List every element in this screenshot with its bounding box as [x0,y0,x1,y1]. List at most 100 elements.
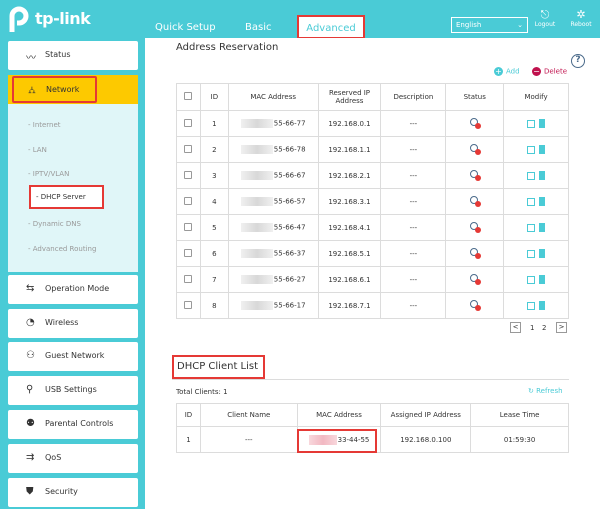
row-ip: 192.168.4.1 [317,214,382,241]
refresh-icon: ↻ [528,387,537,395]
status-toggle[interactable] [445,240,505,267]
edit-icon[interactable] [527,171,536,180]
tab-quick-setup[interactable]: Quick Setup [155,19,216,37]
trash-icon[interactable] [539,145,546,154]
status-toggle[interactable] [445,266,505,293]
top-header: tp-link Quick Setup Basic Advanced Engli… [0,0,600,39]
row-checkbox[interactable] [176,110,201,137]
submenu-advanced-routing[interactable]: - Advanced Routing [28,245,96,253]
row-mac: 55-66-37 [227,240,319,267]
row-desc: --- [380,240,447,267]
help-icon[interactable]: ? [571,54,585,68]
row-lease-time: 01:59:30 [470,426,569,453]
status-toggle[interactable] [445,214,505,241]
trash-icon[interactable] [539,223,546,232]
sidebar-item-label: Security [45,487,78,496]
edit-icon[interactable] [527,145,536,154]
row-desc: --- [380,162,447,189]
edit-icon[interactable] [527,301,536,310]
table-row: 5 55-66-47 192.168.4.1 --- [176,214,569,241]
parental-icon: ⚉ [26,418,35,429]
language-select[interactable]: English ⌄ [451,17,528,33]
col-header: Status [445,83,505,111]
status-toggle[interactable] [445,110,505,137]
sidebar-item-wireless[interactable]: ◔ Wireless [8,309,138,338]
row-desc: --- [380,110,447,137]
page-2-link[interactable]: 2 [542,324,546,332]
edit-icon[interactable] [527,223,536,232]
sidebar-item-status[interactable]: 〰 Status [8,41,138,70]
row-ip: 192.168.0.1 [317,110,382,137]
submenu-iptv-vlan[interactable]: - IPTV/VLAN [28,170,69,178]
row-checkbox[interactable] [176,188,201,215]
disabled-status-icon [469,299,481,311]
delete-button[interactable]: − Delete [532,67,567,76]
table-header-row: ID MAC Address Reserved IP Address Descr… [176,83,569,111]
table-row: 6 55-66-37 192.168.5.1 --- [176,240,569,267]
reservation-table: ID MAC Address Reserved IP Address Descr… [176,83,569,319]
table-row: 8 55-66-17 192.168.7.1 --- [176,292,569,319]
tab-basic[interactable]: Basic [245,19,271,37]
sidebar-item-guest-network[interactable]: ⚇ Guest Network [8,342,138,371]
page-1-link[interactable]: 1 [530,324,534,332]
col-header: MAC Address [227,83,319,111]
trash-icon[interactable] [539,275,546,284]
submenu-dhcp-server[interactable]: - DHCP Server [29,185,104,209]
submenu-internet[interactable]: - Internet [28,121,61,129]
sidebar-item-label: Network [46,85,80,94]
sidebar-item-qos[interactable]: ⇉ QoS [8,444,138,473]
edit-icon[interactable] [527,119,536,128]
tp-link-logo-icon [9,6,29,32]
row-mac: 55-66-78 [227,136,319,163]
row-checkbox[interactable] [176,162,201,189]
edit-icon[interactable] [527,249,536,258]
refresh-button[interactable]: ↻ Refresh [528,387,563,395]
row-checkbox[interactable] [176,292,201,319]
table-row: 3 55-66-67 192.168.2.1 --- [176,162,569,189]
row-checkbox[interactable] [176,266,201,293]
row-id: 8 [199,292,229,319]
next-page-button[interactable]: > [556,322,567,333]
sidebar-item-usb-settings[interactable]: ⚲ USB Settings [8,376,138,405]
disabled-status-icon [469,117,481,129]
sidebar-item-network[interactable]: ⛼ Network [12,76,97,103]
row-checkbox[interactable] [176,136,201,163]
sidebar-item-operation-mode[interactable]: ⇆ Operation Mode [8,275,138,304]
row-mac: 55-66-17 [227,292,319,319]
col-header: Client Name [199,403,298,427]
row-checkbox[interactable] [176,240,201,267]
trash-icon[interactable] [539,301,546,310]
reboot-icon: ✲ [576,8,586,21]
row-desc: --- [380,214,447,241]
row-ip: 192.168.6.1 [317,266,382,293]
sidebar-item-parental-controls[interactable]: ⚉ Parental Controls [8,410,138,439]
status-toggle[interactable] [445,162,505,189]
modify-cell [503,266,569,293]
edit-icon[interactable] [527,197,536,206]
table-row: 4 55-66-57 192.168.3.1 --- [176,188,569,215]
add-button[interactable]: + Add [494,67,520,76]
tab-advanced[interactable]: Advanced [297,15,365,39]
trash-icon[interactable] [539,119,546,128]
status-toggle[interactable] [445,188,505,215]
submenu-dynamic-dns[interactable]: - Dynamic DNS [28,220,81,228]
select-all-checkbox[interactable] [176,83,201,111]
trash-icon[interactable] [539,197,546,206]
reboot-button[interactable]: ✲ Reboot [566,8,596,28]
row-id: 2 [199,136,229,163]
row-checkbox[interactable] [176,214,201,241]
trash-icon[interactable] [539,171,546,180]
row-ip: 192.168.3.1 [317,188,382,215]
sidebar-item-security[interactable]: ⛊ Security [8,478,138,507]
modify-cell [503,188,569,215]
trash-icon[interactable] [539,249,546,258]
add-label: Add [506,67,520,76]
submenu-lan[interactable]: - LAN [28,146,47,154]
mode-icon: ⇆ [26,283,35,294]
edit-icon[interactable] [527,275,536,284]
logout-button[interactable]: ⎋ Logout [530,8,560,28]
status-toggle[interactable] [445,136,505,163]
disabled-status-icon [469,273,481,285]
status-toggle[interactable] [445,292,505,319]
prev-page-button[interactable]: < [510,322,521,333]
